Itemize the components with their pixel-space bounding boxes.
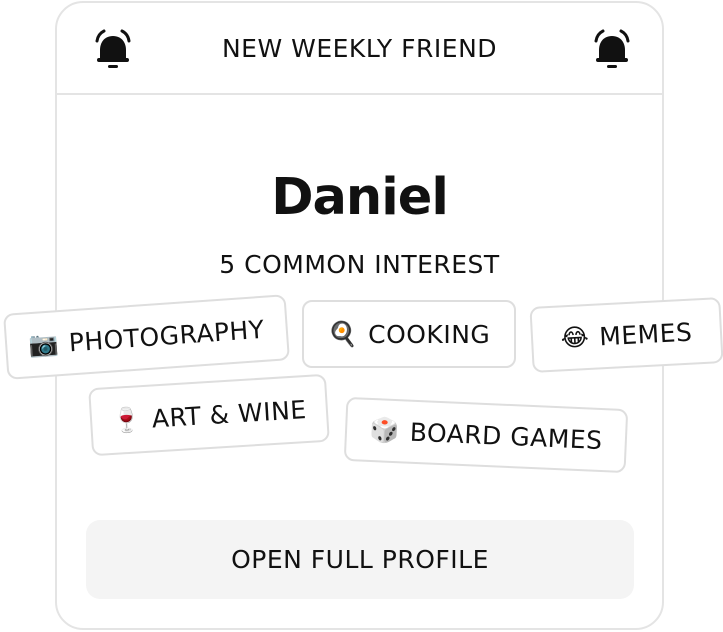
interest-chip-board-games[interactable]: 🎲 BOARD GAMES — [343, 396, 629, 474]
friend-name: Daniel — [271, 168, 449, 227]
interest-chip-memes[interactable]: 😂 MEMES — [529, 297, 723, 373]
alarm-bell-icon — [594, 29, 630, 68]
open-full-profile-button[interactable]: OPEN FULL PROFILE — [86, 520, 634, 599]
laughing-face-icon: 😂 — [560, 322, 591, 353]
interest-label: PHOTOGRAPHY — [67, 314, 266, 357]
common-interest-count: 5 COMMON INTEREST — [219, 250, 500, 279]
interest-chip-art-wine[interactable]: 🍷 ART & WINE — [88, 373, 330, 457]
header-title: NEW WEEKLY FRIEND — [221, 34, 498, 63]
dice-icon: 🎲 — [368, 415, 401, 446]
interest-label: COOKING — [368, 319, 491, 349]
wine-glass-icon: 🍷 — [110, 405, 143, 435]
interest-label: BOARD GAMES — [409, 417, 604, 455]
frying-pan-icon: 🍳 — [327, 320, 359, 348]
card-header: NEW WEEKLY FRIEND — [57, 3, 662, 95]
interest-label: MEMES — [598, 317, 693, 351]
interest-chip-cooking[interactable]: 🍳 COOKING — [302, 300, 516, 368]
camera-icon: 📷 — [27, 329, 60, 360]
interest-label: ART & WINE — [150, 394, 308, 433]
